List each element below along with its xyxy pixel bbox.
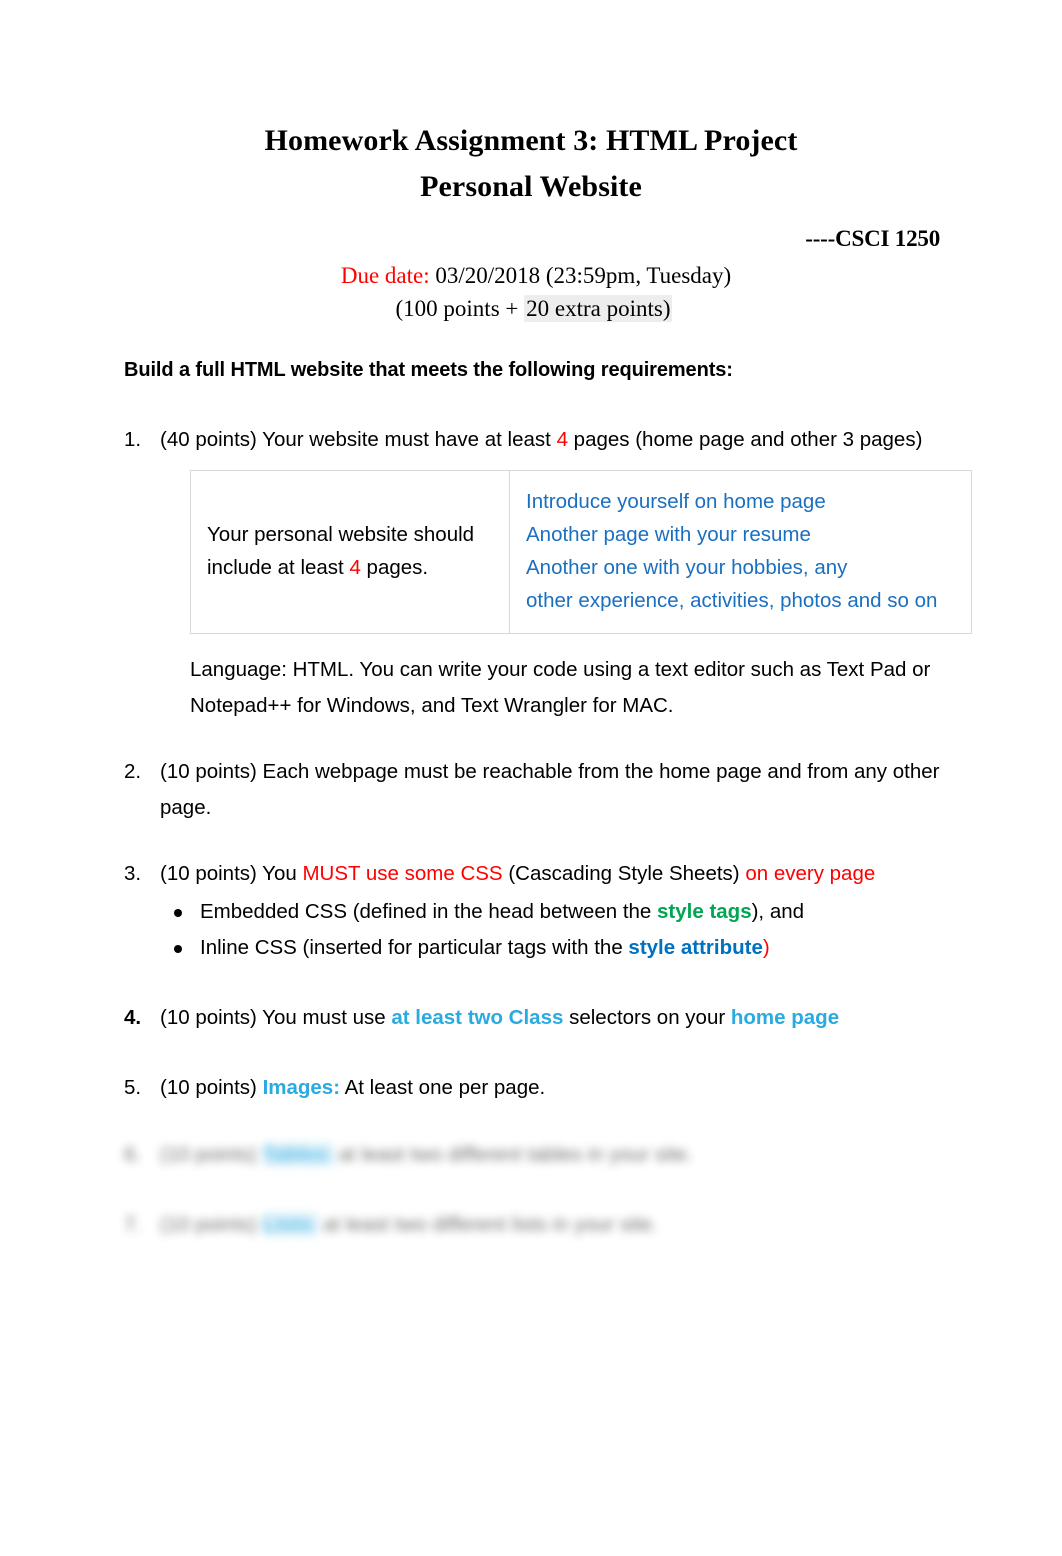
redacted-requirements: 6. (10 points) Tables: at least two diffe…: [124, 1140, 942, 1240]
requirement-text-3: (10 points) You MUST use some CSS (Casca…: [160, 856, 942, 892]
document-page: Homework Assignment 3: HTML Project Pers…: [0, 0, 1062, 1556]
redacted-number-7: 7.: [124, 1213, 142, 1236]
redacted-requirement-7: 7. (10 points) Lists: at least two differ…: [124, 1210, 942, 1240]
requirement-number-4: 4.: [124, 1006, 142, 1029]
requirement-item-4: 4. (10 points) You must use at least two…: [124, 1000, 942, 1036]
page-title-line-2: Personal Website: [420, 170, 642, 203]
cell-text-a: Your personal website should include at …: [207, 523, 475, 579]
redacted7-tag: Lists:: [262, 1213, 318, 1236]
points-line: (100 points + 20 extra points): [0, 295, 1062, 322]
due-date-value: 03/20/2018 (23:59pm, Tuesday): [429, 263, 732, 288]
requirement-text-5: (10 points) Images: At least one per pag…: [160, 1070, 942, 1106]
req3-text-a: (10 points) You: [160, 862, 303, 885]
page-example-line: Another page with your resume: [526, 523, 811, 546]
page-example-line: other experience, activities, photos and…: [526, 589, 938, 612]
req3-emphasis-every-page: on every page: [745, 862, 876, 885]
css-type-bullets: Embedded CSS (defined in the head betwee…: [160, 894, 942, 966]
points-prefix: (100 points +: [395, 296, 525, 321]
req1-text-a: (40 points) Your website must have at le…: [160, 428, 557, 451]
req5-label-images: Images:: [262, 1076, 341, 1099]
bullet1-text-a: Embedded CSS (defined in the head betwee…: [200, 900, 658, 923]
redacted-requirement-6: 6. (10 points) Tables: at least two diffe…: [124, 1140, 942, 1170]
req4-emphasis-class: at least two Class: [391, 1006, 564, 1029]
redacted7-text-b: at least two different lists in your sit…: [317, 1213, 658, 1236]
redacted6-text-b: at least two different tables in your si…: [332, 1143, 693, 1166]
bullet1-text-b: ), and: [751, 900, 805, 923]
css-bullet-inline: Inline CSS (inserted for particular tags…: [160, 930, 942, 966]
req4-emphasis-home-page: home page: [730, 1006, 840, 1029]
redacted-number-6: 6.: [124, 1143, 142, 1166]
points-extra: 20 extra points): [524, 295, 673, 322]
bullet2-style-attribute: style attribute: [628, 936, 763, 959]
language-note: Language: HTML. You can write your code …: [190, 658, 931, 717]
requirement-text-1: (40 points) Your website must have at le…: [160, 422, 942, 458]
course-code: ----CSCI 1250: [805, 226, 940, 251]
table-row: Your personal website should include at …: [190, 470, 972, 634]
req1-accent: 4: [556, 428, 568, 451]
redacted7-text-a: (10 points): [160, 1213, 263, 1236]
bullet1-style-tags: style tags: [657, 900, 752, 923]
requirement-number-2: 2.: [124, 760, 142, 783]
req4-text-b: selectors on your: [563, 1006, 731, 1029]
page-example-line: Another one with your hobbies, any: [526, 556, 848, 579]
requirement-text-4: (10 points) You must use at least two Cl…: [160, 1000, 942, 1036]
requirement-number-1: 1.: [124, 428, 142, 451]
redacted6-text-a: (10 points): [160, 1143, 263, 1166]
bullet-dot-icon: [174, 909, 182, 917]
due-date-line: Due date: 03/20/2018 (23:59pm, Tuesday): [0, 263, 1062, 289]
requirement-number-5: 5.: [124, 1076, 142, 1099]
requirement-item-5: 5. (10 points) Images: At least one per …: [124, 1070, 942, 1106]
css-bullet-embedded: Embedded CSS (defined in the head betwee…: [160, 894, 942, 930]
requirement-number-3: 3.: [124, 862, 142, 885]
req3-text-b: (Cascading Style Sheets): [502, 862, 746, 885]
document-body: Build a full HTML website that meets the…: [124, 352, 972, 1280]
bullet-dot-icon: [174, 945, 182, 953]
redacted6-tag: Tables:: [262, 1143, 333, 1166]
due-date-label: Due date:: [340, 263, 430, 288]
intro-heading: Build a full HTML website that meets the…: [124, 359, 733, 381]
req5-text-b: At least one per page.: [340, 1076, 546, 1099]
requirement-item-1: 1. (40 points) Your website must have at…: [124, 422, 972, 724]
page-title-line-1: Homework Assignment 3: HTML Project: [264, 124, 798, 157]
title-block: Homework Assignment 3: HTML Project Pers…: [0, 0, 1062, 322]
requirement-item-3: 3. (10 points) You MUST use some CSS (Ca…: [124, 856, 942, 966]
req3-emphasis-must: MUST use some CSS: [302, 862, 503, 885]
bullet2-text-a: Inline CSS (inserted for particular tags…: [200, 936, 629, 959]
req1-text-b: pages (home page and other 3 pages): [567, 428, 923, 451]
requirement-item-2: 2. (10 points) Each webpage must be reac…: [124, 754, 942, 826]
requirement-text-2: (10 points) Each webpage must be reachab…: [160, 760, 940, 819]
req5-text-a: (10 points): [160, 1076, 263, 1099]
req4-text-a: (10 points) You must use: [160, 1006, 392, 1029]
requirements-list: 1. (40 points) Your website must have at…: [124, 422, 972, 1106]
cell-text-b: pages.: [360, 556, 429, 579]
cell-accent: 4: [349, 556, 361, 579]
pages-breakdown-table: Your personal website should include at …: [190, 470, 972, 634]
bullet2-text-b: ): [762, 936, 770, 959]
page-example-line: Introduce yourself on home page: [526, 490, 826, 513]
table-cell-requirement: Your personal website should include at …: [190, 470, 510, 634]
table-cell-page-examples: Introduce yourself on home page Another …: [509, 470, 972, 634]
